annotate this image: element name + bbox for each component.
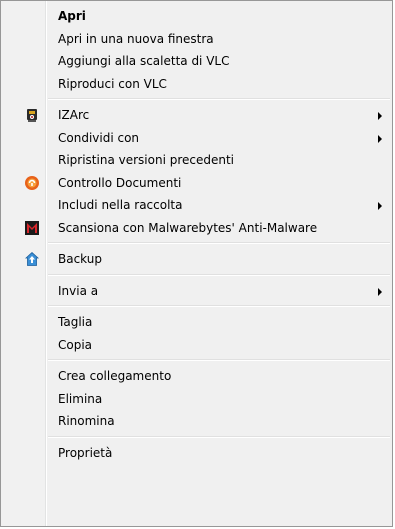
submenu-arrow-icon bbox=[378, 134, 382, 143]
menu-item-label: Condividi con bbox=[58, 130, 140, 145]
menu-separator bbox=[1, 95, 392, 104]
izarc-icon bbox=[24, 107, 40, 123]
menu-item-label: Crea collegamento bbox=[58, 369, 172, 383]
menu-item-riproduci-vlc[interactable]: Riproduci con VLC bbox=[1, 73, 392, 96]
menu-item-label: Aggiungi alla scaletta di VLC bbox=[58, 54, 230, 68]
malwarebytes-icon bbox=[24, 220, 40, 236]
menu-item-label: Controllo Documenti bbox=[58, 175, 182, 190]
menu-item-label: Includi nella raccolta bbox=[58, 198, 183, 212]
menu-separator bbox=[1, 271, 392, 280]
menu-item-ripristina-versioni[interactable]: Ripristina versioni precedenti bbox=[1, 149, 392, 172]
menu-item-controllo-documenti[interactable]: Controllo Documenti bbox=[1, 172, 392, 195]
menu-item-backup[interactable]: Backup bbox=[1, 248, 392, 271]
submenu-arrow-icon bbox=[378, 287, 382, 296]
menu-item-apri[interactable]: Apri bbox=[1, 5, 392, 28]
menu-separator bbox=[1, 239, 392, 248]
menu-item-scansiona-malwarebytes[interactable]: Scansiona con Malwarebytes' Anti-Malware bbox=[1, 217, 392, 240]
menu-item-label: Riproduci con VLC bbox=[58, 76, 167, 91]
menu-item-includi-raccolta[interactable]: Includi nella raccolta bbox=[1, 194, 392, 217]
context-menu: Apri Apri in una nuova finestra Aggiungi… bbox=[0, 0, 393, 527]
menu-item-label: Scansiona con Malwarebytes' Anti-Malware bbox=[58, 220, 318, 235]
menu-item-label: Apri in una nuova finestra bbox=[58, 31, 214, 46]
menu-item-invia-a[interactable]: Invia a bbox=[1, 280, 392, 303]
menu-item-label: Elimina bbox=[58, 391, 103, 406]
menu-item-label: Ripristina versioni precedenti bbox=[58, 153, 235, 167]
menu-item-label: Backup bbox=[58, 252, 102, 266]
menu-separator bbox=[1, 302, 392, 311]
menu-separator bbox=[1, 356, 392, 365]
submenu-arrow-icon bbox=[378, 112, 382, 120]
menu-item-elimina[interactable]: Elimina bbox=[1, 388, 392, 411]
backup-icon bbox=[24, 251, 40, 267]
submenu-arrow-icon bbox=[378, 202, 382, 210]
menu-item-label: Apri bbox=[58, 9, 86, 23]
controllo-documenti-icon bbox=[24, 175, 40, 191]
menu-separator bbox=[1, 433, 392, 442]
menu-item-label: Copia bbox=[58, 337, 93, 352]
menu-items: Apri Apri in una nuova finestra Aggiungi… bbox=[1, 5, 392, 464]
menu-item-label: IZArc bbox=[58, 108, 90, 122]
menu-item-izarc[interactable]: IZArc bbox=[1, 104, 392, 127]
menu-item-label: Invia a bbox=[58, 283, 99, 298]
menu-item-aggiungi-scaletta-vlc[interactable]: Aggiungi alla scaletta di VLC bbox=[1, 50, 392, 73]
menu-item-copia[interactable]: Copia bbox=[1, 334, 392, 357]
menu-item-crea-collegamento[interactable]: Crea collegamento bbox=[1, 365, 392, 388]
menu-item-taglia[interactable]: Taglia bbox=[1, 311, 392, 334]
menu-item-label: Proprietà bbox=[58, 445, 113, 460]
menu-item-proprieta[interactable]: Proprietà bbox=[1, 442, 392, 465]
menu-item-condividi-con[interactable]: Condividi con bbox=[1, 127, 392, 150]
menu-item-apri-nuova-finestra[interactable]: Apri in una nuova finestra bbox=[1, 28, 392, 51]
menu-item-rinomina[interactable]: Rinomina bbox=[1, 410, 392, 433]
menu-item-label: Taglia bbox=[58, 315, 93, 329]
menu-item-label: Rinomina bbox=[58, 414, 115, 428]
